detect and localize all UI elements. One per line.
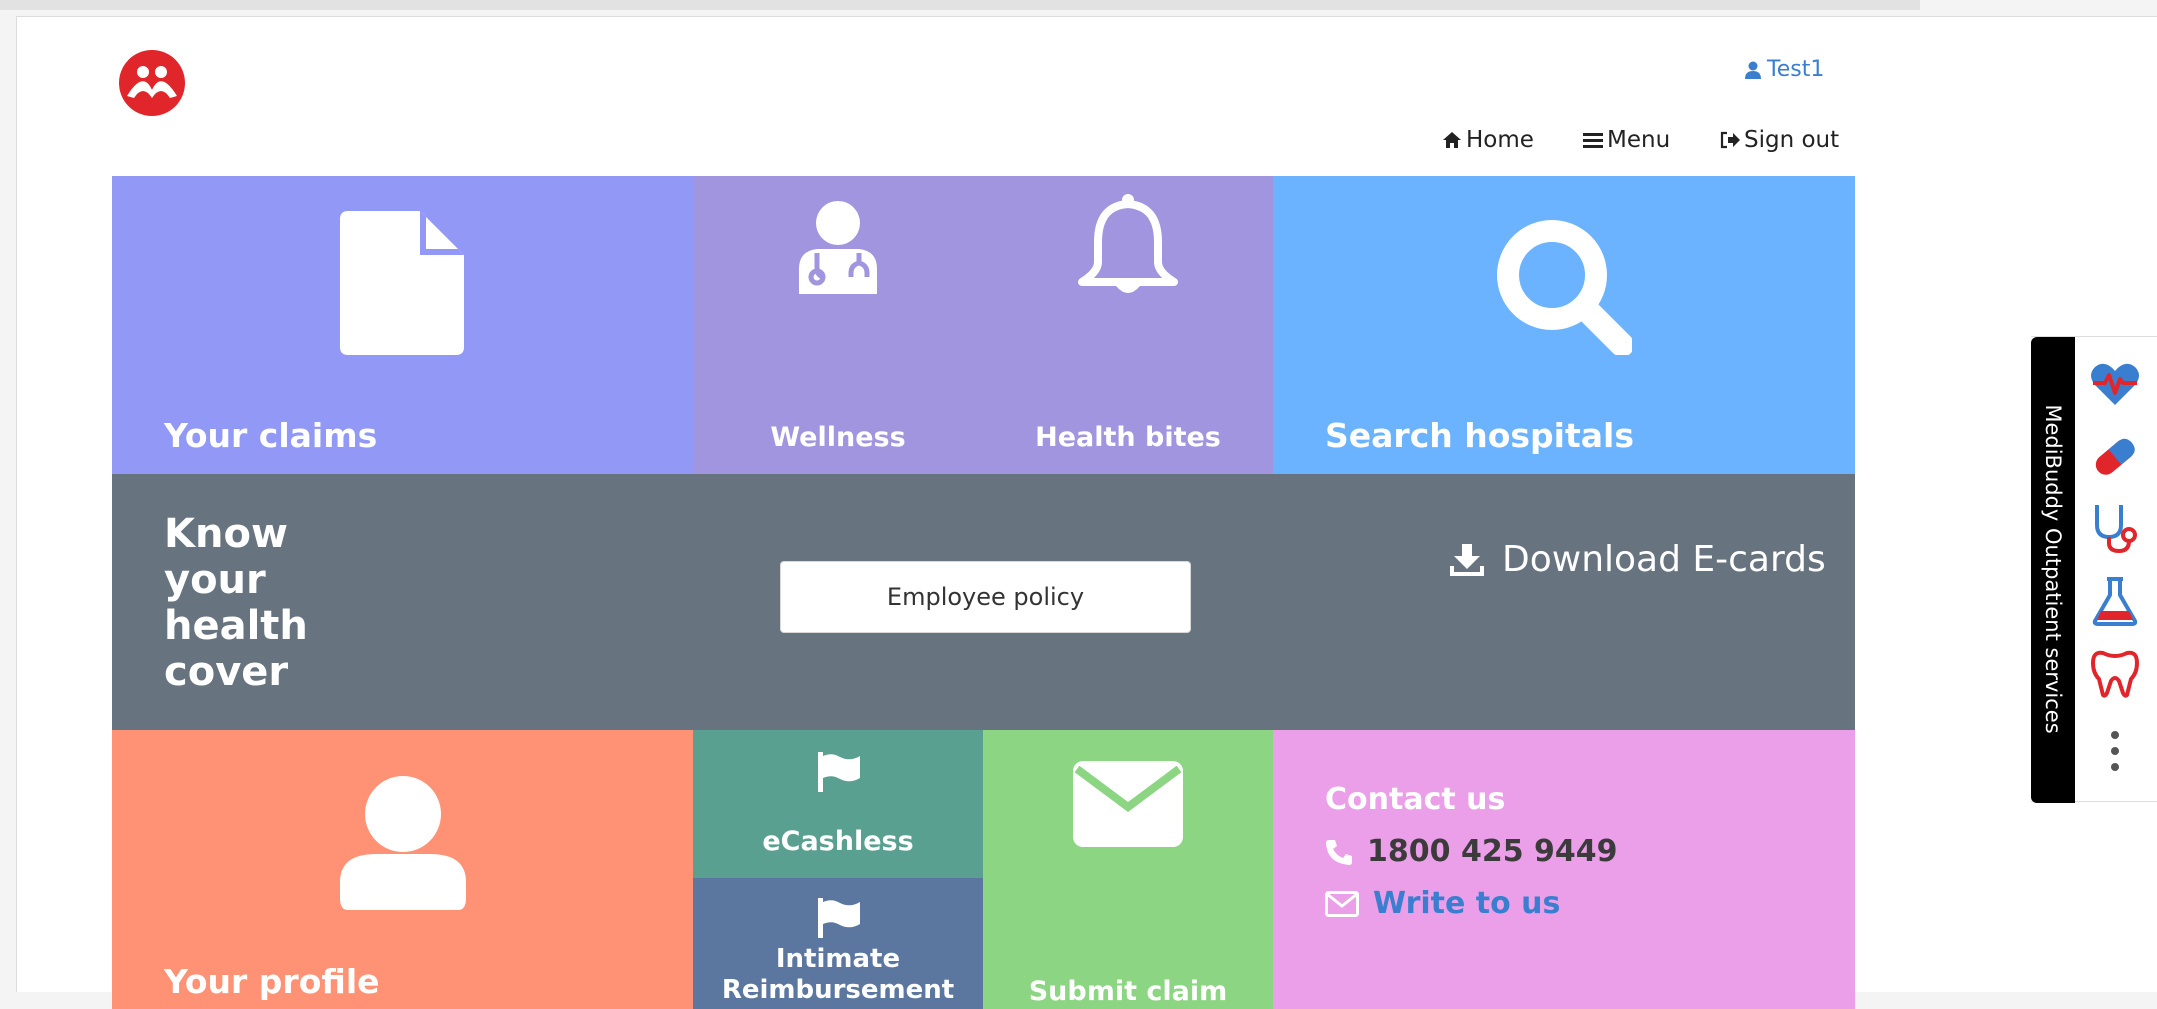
phone-number: 1800 425 9449 [1367, 834, 1618, 869]
hamburger-icon [1583, 133, 1603, 148]
home-icon [1443, 132, 1461, 148]
heart-pulse-icon[interactable] [2089, 359, 2141, 411]
user-profile-icon [340, 776, 466, 910]
search-icon [1497, 220, 1632, 355]
tile-intimate-reimbursement[interactable]: Intimate Reimbursement [693, 878, 983, 1009]
phone-icon [1326, 839, 1352, 865]
nav-menu[interactable]: Menu [1583, 127, 1670, 153]
user-name: Test1 [1767, 57, 1825, 82]
flag-icon [818, 898, 860, 938]
download-icon [1450, 543, 1484, 576]
health-bites-title: Health bites [1035, 422, 1221, 453]
lab-flask-icon[interactable] [2089, 575, 2141, 627]
intimate-title: Intimate Reimbursement [721, 944, 955, 1005]
nav-menu-label: Menu [1607, 127, 1671, 153]
outpatient-services-tab[interactable]: MediBuddy Outpatient services [2031, 337, 2075, 803]
health-cover-title: Know your health cover [164, 511, 308, 695]
flag-icon [818, 752, 860, 792]
document-icon [340, 211, 464, 355]
tile-your-claims[interactable]: Your claims [112, 176, 693, 474]
employee-policy-button[interactable]: Employee policy [780, 561, 1191, 633]
pill-icon[interactable] [2089, 431, 2141, 483]
tile-your-profile[interactable]: Your profile [112, 730, 693, 1009]
sign-out-icon [1720, 131, 1740, 149]
tile-wellness[interactable]: Wellness [693, 176, 983, 474]
brand-logo[interactable] [117, 50, 187, 116]
contact-title: Contact us [1325, 782, 1506, 817]
user-icon [1745, 61, 1761, 79]
contact-phone[interactable]: 1800 425 9449 [1325, 834, 1618, 869]
nav-sign-out[interactable]: Sign out [1720, 127, 1839, 153]
profile-title: Your profile [164, 962, 380, 1001]
envelope-icon [1073, 761, 1183, 847]
search-hospitals-title: Search hospitals [1325, 416, 1634, 455]
nav-sign-out-label: Sign out [1744, 127, 1840, 153]
claims-title: Your claims [164, 416, 378, 455]
bell-icon [1078, 194, 1178, 293]
dashboard-grid: Your claims Wellness Health bites Search… [112, 176, 1855, 1009]
doctor-icon [799, 201, 877, 294]
tile-search-hospitals[interactable]: Search hospitals [1273, 176, 1855, 474]
mail-icon [1325, 890, 1359, 917]
outpatient-services-panel: MediBuddy Outpatient services [2031, 336, 2157, 803]
ecashless-title: eCashless [762, 826, 914, 857]
write-to-us-link[interactable]: Write to us [1325, 886, 1560, 921]
tooth-icon[interactable] [2089, 647, 2141, 699]
nav-home-label: Home [1466, 127, 1534, 153]
browser-top-shadow [0, 0, 1920, 10]
download-ecards-link[interactable]: Download E-cards [1450, 539, 1826, 580]
tile-health-bites[interactable]: Health bites [983, 176, 1273, 474]
more-vertical-icon[interactable] [2089, 725, 2141, 777]
tile-submit-claim[interactable]: Submit claim [983, 730, 1273, 1009]
nav-home[interactable]: Home [1442, 127, 1534, 153]
page-container: Test1 Home Menu Sign out Your claims Wel… [16, 16, 2157, 1009]
user-account-link[interactable]: Test1 [1745, 57, 1824, 82]
write-to-us-label: Write to us [1373, 886, 1561, 921]
download-ecards-label: Download E-cards [1502, 539, 1826, 580]
tile-contact-us: Contact us 1800 425 9449 Write to us [1273, 730, 1855, 1009]
tile-ecashless[interactable]: eCashless [693, 730, 983, 878]
wellness-title: Wellness [770, 422, 906, 453]
stethoscope-icon[interactable] [2089, 503, 2141, 555]
outpatient-services-label: MediBuddy Outpatient services [2041, 404, 2065, 734]
tile-health-cover: Know your health cover Employee policy D… [112, 474, 1855, 730]
